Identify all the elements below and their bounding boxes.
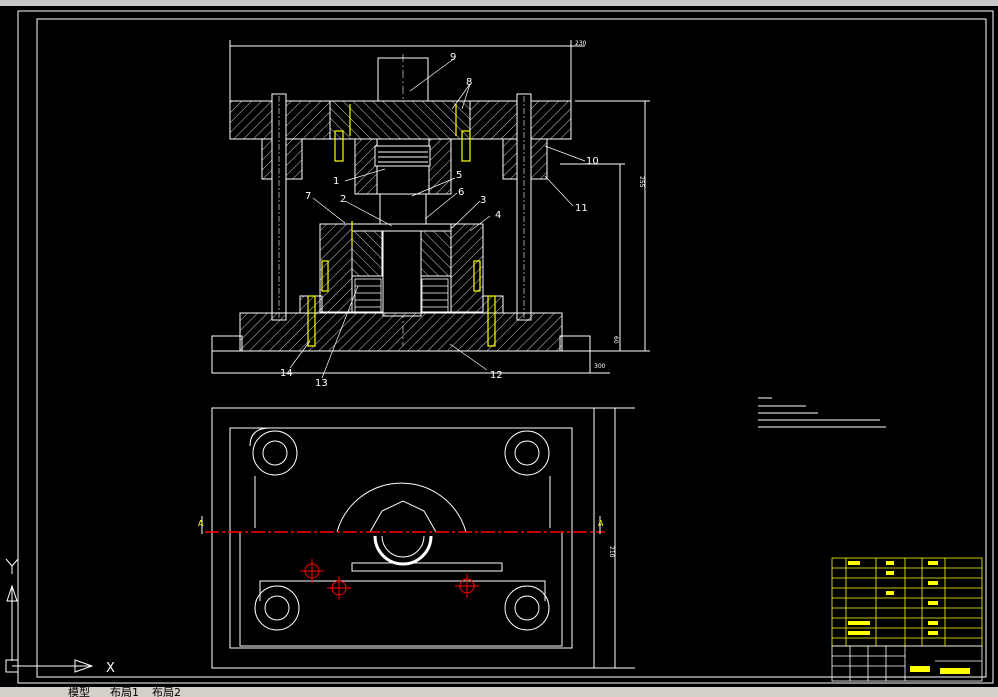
cad-drawing[interactable]: 9 8 1 5 6 2 3 4 7 10 11 12 13 14 230 255… [0,6,998,687]
part-label-14: 14 [280,368,293,379]
axis-label-x: X [106,661,115,676]
part-label-10: 10 [586,156,599,167]
drawing-canvas[interactable]: 9 8 1 5 6 2 3 4 7 10 11 12 13 14 230 255… [0,6,998,687]
part-label-5: 5 [456,170,462,181]
part-label-9: 9 [450,52,456,63]
part-label-7: 7 [305,191,311,202]
section-mark-left: A [198,519,204,528]
part-label-2: 2 [340,194,346,205]
dim-bottom: 300 [594,363,606,370]
part-label-4: 4 [495,210,501,221]
part-label-3: 3 [480,195,486,206]
part-label-6: 6 [458,187,464,198]
dimension-texts: 230 255 60 300 210 [575,40,645,558]
ucs-axis-icon [5,558,94,673]
title-block-lower [831,645,983,682]
technical-notes [758,397,886,428]
section-mark-right: A [598,519,604,528]
dim-right-lower: 60 [612,336,619,344]
section-marks: A A [198,519,604,528]
tab-layout-1[interactable]: 布局1 [110,687,139,697]
dim-top: 230 [575,40,587,47]
tab-model[interactable]: 模型 [68,687,90,697]
part-label-11: 11 [575,203,588,214]
part-label-13: 13 [315,378,328,389]
dim-plan: 210 [608,546,615,558]
dim-right-main: 255 [638,176,645,188]
part-label-1: 1 [333,176,339,187]
part-label-8: 8 [466,77,472,88]
part-label-12: 12 [490,370,503,381]
ucs-labels: X Y [106,661,115,676]
layout-tabs: 模型 布局1 布局2 [0,687,998,697]
tab-layout-2[interactable]: 布局2 [152,687,181,697]
plan-view [211,407,635,669]
